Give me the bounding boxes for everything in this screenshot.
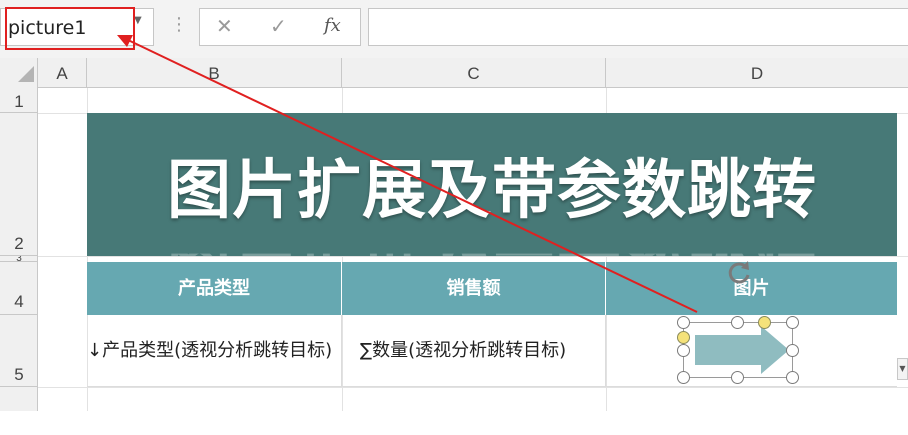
header-sales[interactable]: 销售额 [342,262,606,315]
cancel-icon[interactable]: ✕ [216,14,233,38]
enter-icon[interactable]: ✓ [270,14,287,38]
more-options-icon[interactable]: ⋮ [170,14,188,35]
resize-handle-icon[interactable] [786,316,799,329]
row-header-4[interactable]: 4 [0,262,38,315]
resize-handle-icon[interactable] [731,316,744,329]
sheet-title: 图片扩展及带参数跳转 [167,154,817,228]
scroll-down-button[interactable]: ▼ [897,358,908,380]
resize-handle-icon[interactable] [786,371,799,384]
formula-input[interactable] [368,8,908,46]
cell-product-type[interactable]: ↓产品类型(透视分析跳转目标) [87,315,342,387]
insert-function-button[interactable]: fx [324,15,341,36]
rotate-handle-icon[interactable] [724,258,754,288]
resize-handle-icon[interactable] [677,344,690,357]
resize-handle-icon[interactable] [731,371,744,384]
name-box-highlight [5,7,135,50]
picture-selection-border [683,322,793,378]
grid-line [38,256,908,257]
column-header-c[interactable]: C [342,58,606,88]
adjust-handle-icon[interactable] [758,316,771,329]
column-header-b[interactable]: B [87,58,342,88]
grid-line [38,387,908,388]
header-product-type[interactable]: 产品类型 [87,262,342,315]
column-header-d[interactable]: D [606,58,908,88]
column-header-a[interactable]: A [38,58,87,88]
cell-sales[interactable]: ∑数量(透视分析跳转目标) [342,315,606,387]
select-all-triangle-icon [18,66,34,82]
row-header-5[interactable]: 5 [0,315,38,387]
adjust-handle-icon[interactable] [677,331,690,344]
resize-handle-icon[interactable] [677,371,690,384]
row-header-1[interactable]: 1 [0,88,38,113]
row-header-2[interactable]: 2 [0,113,38,256]
resize-handle-icon[interactable] [677,316,690,329]
resize-handle-icon[interactable] [786,344,799,357]
title-banner[interactable]: 图片扩展及带参数跳转 图片扩展及带参数跳转 [87,113,897,256]
row-header-6[interactable] [0,387,38,411]
chevron-down-icon[interactable]: ▼ [134,15,142,26]
